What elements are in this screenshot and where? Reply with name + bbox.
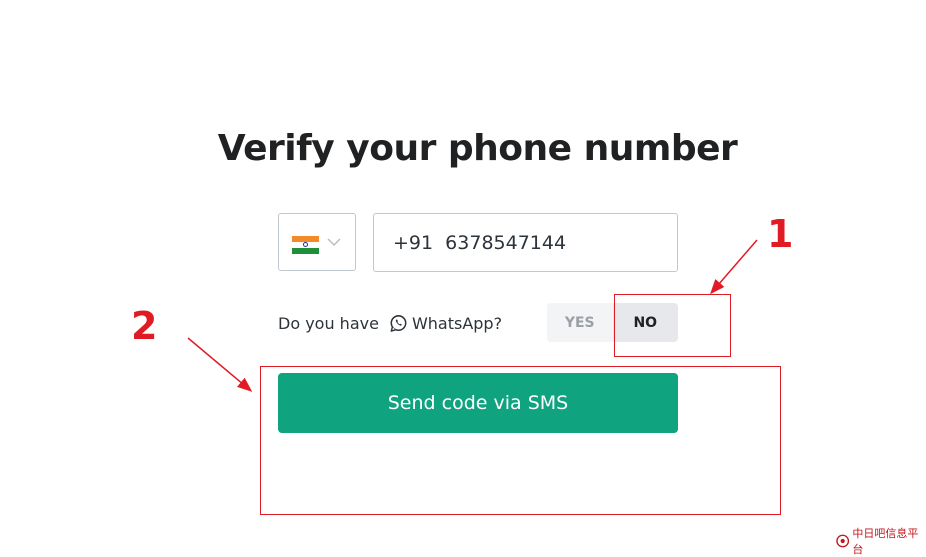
watermark: 中日吧信息平台 <box>836 525 926 557</box>
annotation-arrow-2 <box>187 337 253 392</box>
watermark-logo-icon <box>836 534 850 548</box>
annotation-arrows <box>187 239 758 392</box>
watermark-text: 中日吧信息平台 <box>852 527 919 556</box>
annotation-arrow-1 <box>710 239 758 295</box>
